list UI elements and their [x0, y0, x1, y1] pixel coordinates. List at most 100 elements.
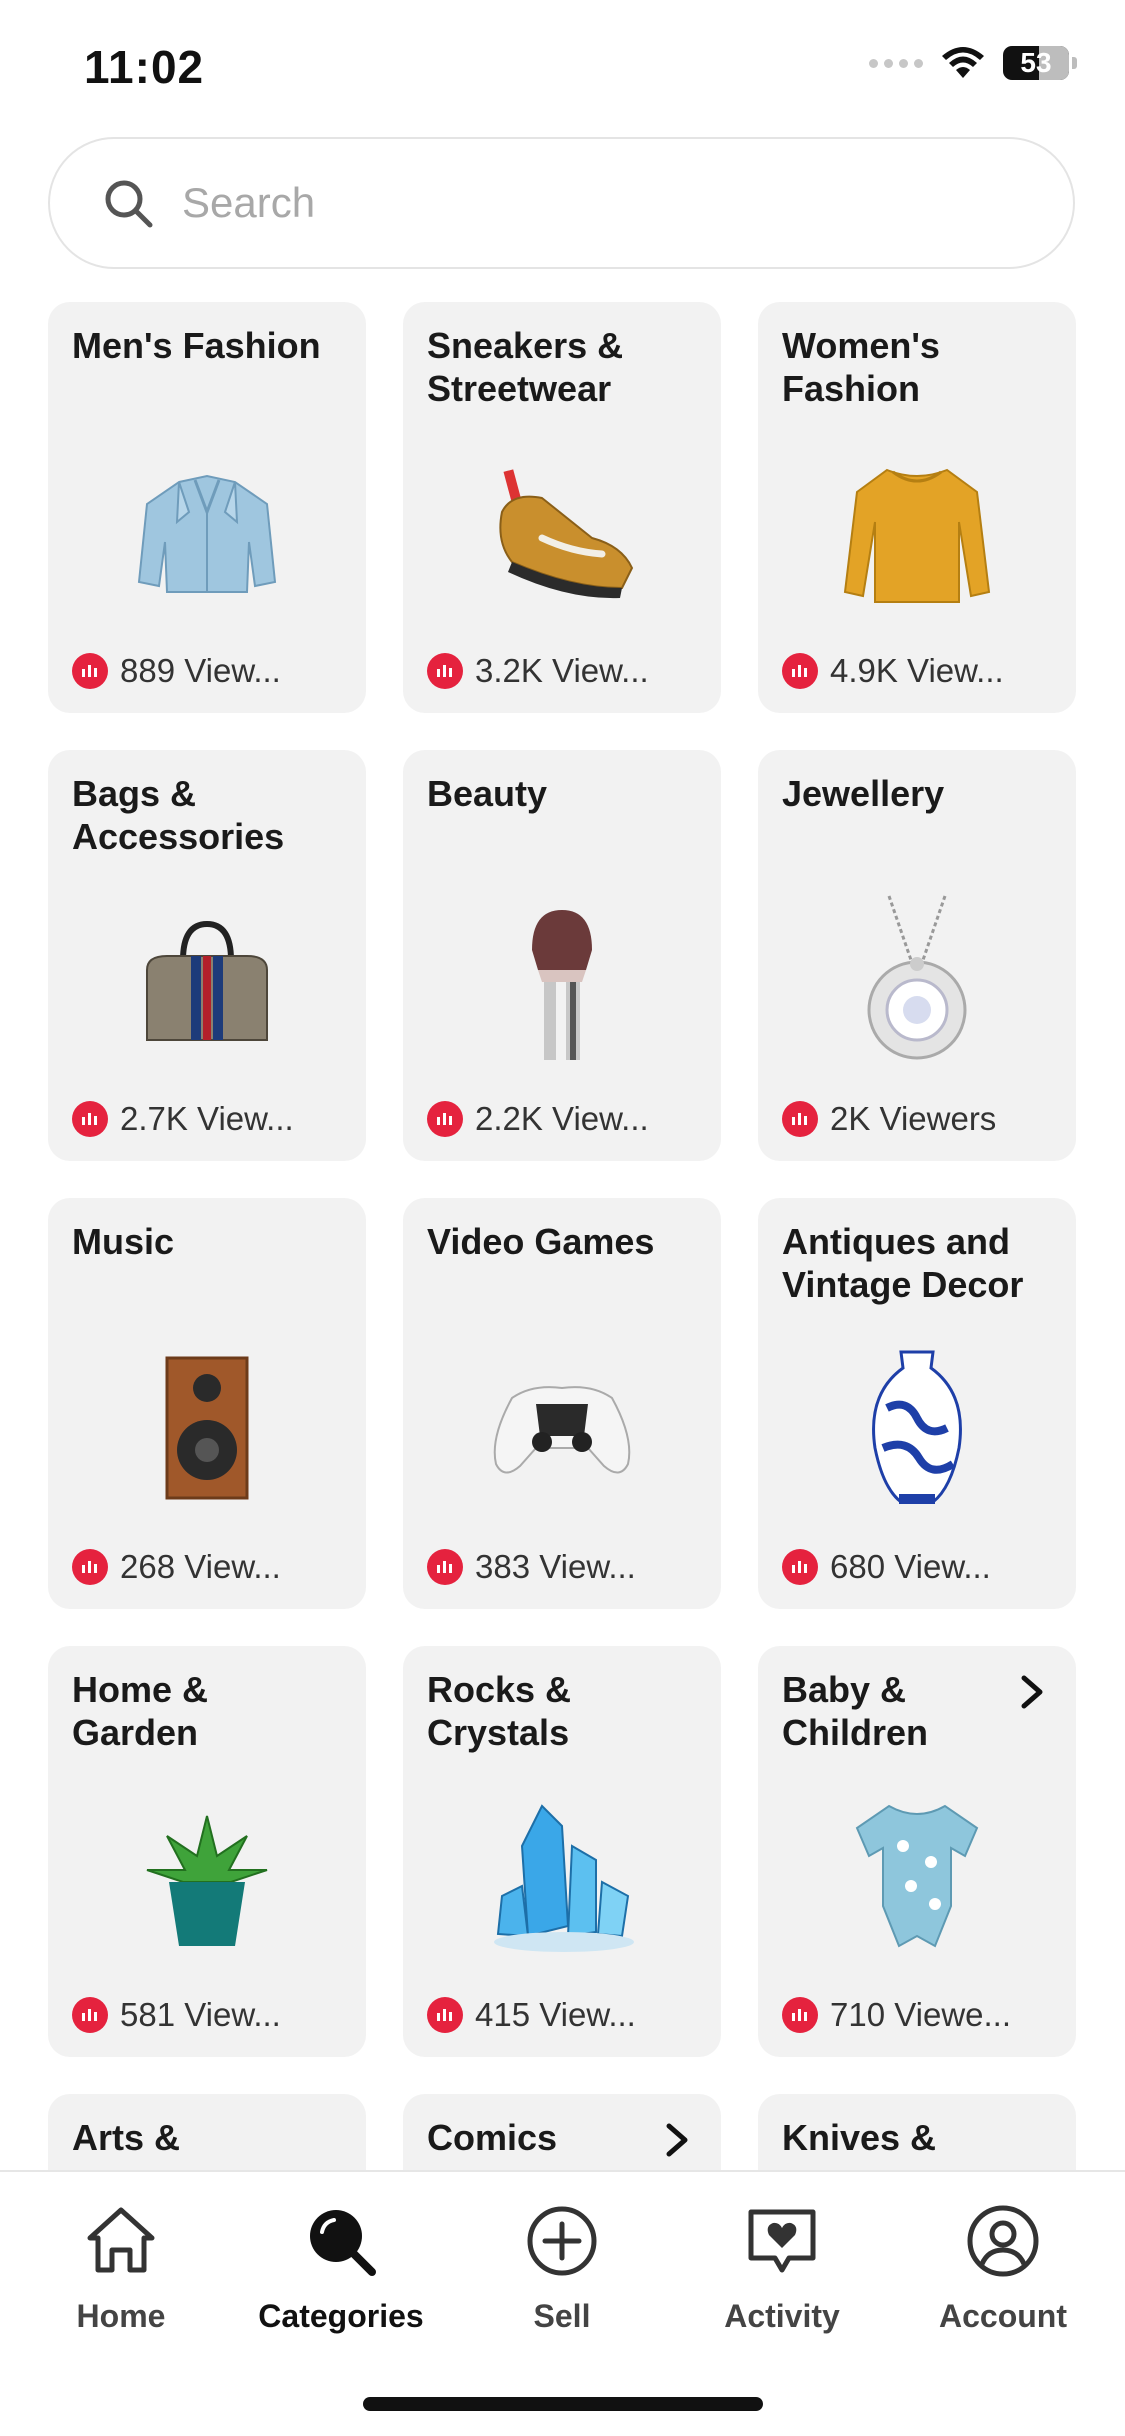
makeup-brush-image — [532, 910, 592, 1060]
category-card-antiques-vintage-decor[interactable]: Antiques and Vintage Decor 680 View... — [758, 1198, 1076, 1609]
live-viewers-icon — [427, 1549, 463, 1585]
home-icon — [87, 2207, 155, 2273]
category-card-video-games[interactable]: Video Games 383 View... — [403, 1198, 721, 1609]
tab-home[interactable]: Home — [21, 2202, 221, 2335]
status-bar: 11:02 53 — [0, 0, 1125, 130]
tab-sell[interactable]: Sell — [462, 2202, 662, 2335]
category-title: Jewellery — [782, 773, 945, 814]
viewers-count: 2.7K View... — [72, 1100, 294, 1138]
viewers-count: 2K Viewers — [782, 1100, 996, 1138]
live-viewers-icon — [72, 1101, 108, 1137]
category-title: Beauty — [427, 773, 548, 814]
speaker-image — [165, 1356, 249, 1500]
sneaker-image — [499, 469, 634, 599]
category-grid: Men's Fashion 889 View... Sneakers & Str… — [48, 302, 1077, 2170]
viewers-text: 889 View... — [120, 652, 281, 689]
category-title: Video Games — [427, 1221, 655, 1262]
category-card-beauty[interactable]: Beauty 2.2K View... — [403, 750, 721, 1161]
heart-message-icon — [748, 2209, 816, 2273]
viewers-text: 2.2K View... — [475, 1100, 649, 1137]
category-title: Women's Fashion — [782, 325, 940, 409]
category-card-jewellery[interactable]: Jewellery 2K Viewers — [758, 750, 1076, 1161]
category-card-mens-fashion[interactable]: Men's Fashion 889 View... — [48, 302, 366, 713]
category-title: Antiques and Vintage Decor — [782, 1221, 1024, 1305]
category-title: Baby & Children — [782, 1669, 929, 1753]
viewers-text: 268 View... — [120, 1548, 281, 1585]
category-grid-viewport[interactable]: Men's Fashion 889 View... Sneakers & Str… — [0, 300, 1125, 2170]
potted-succulent-image — [146, 1815, 268, 1946]
category-card-arts[interactable]: Arts & — [48, 2094, 366, 2170]
plus-circle-icon — [527, 2206, 597, 2276]
categories-search-icon — [310, 2210, 376, 2276]
viewers-count: 2.2K View... — [427, 1100, 649, 1138]
blue-crystal-image — [494, 1804, 634, 1952]
viewers-text: 680 View... — [830, 1548, 991, 1585]
viewers-count: 383 View... — [427, 1548, 636, 1586]
game-controller-image — [493, 1386, 631, 1474]
pendant-necklace-image — [867, 895, 967, 1060]
live-viewers-icon — [427, 1101, 463, 1137]
category-title: Home & Garden — [72, 1669, 209, 1753]
search-bar[interactable] — [48, 137, 1075, 269]
porcelain-vase-image — [872, 1350, 962, 1504]
live-viewers-icon — [782, 1549, 818, 1585]
category-title: Men's Fashion — [72, 325, 321, 366]
tab-categories[interactable]: Categories — [241, 2202, 441, 2335]
live-viewers-icon — [72, 1549, 108, 1585]
category-title: Music — [72, 1221, 175, 1262]
account-icon — [967, 2205, 1039, 2277]
tab-label: Categories — [258, 2298, 424, 2334]
category-title: Sneakers & Streetwear — [427, 325, 624, 409]
category-card-comics[interactable]: Comics — [403, 2094, 721, 2170]
viewers-count: 889 View... — [72, 652, 281, 690]
battery-level: 53 — [1020, 47, 1052, 78]
viewers-text: 415 View... — [475, 1996, 636, 2033]
category-card-knives[interactable]: Knives & — [758, 2094, 1076, 2170]
tab-activity[interactable]: Activity — [682, 2202, 882, 2335]
home-indicator — [363, 2397, 763, 2411]
viewers-text: 2.7K View... — [120, 1100, 294, 1137]
category-card-womens-fashion[interactable]: Women's Fashion 4.9K View... — [758, 302, 1076, 713]
category-card-home-garden[interactable]: Home & Garden 581 View... — [48, 1646, 366, 2057]
tab-account[interactable]: Account — [903, 2202, 1103, 2335]
viewers-count: 581 View... — [72, 1996, 281, 2034]
viewers-text: 4.9K View... — [830, 652, 1004, 689]
category-card-sneakers-streetwear[interactable]: Sneakers & Streetwear 3.2K View... — [403, 302, 721, 713]
category-card-bags-accessories[interactable]: Bags & Accessories 2.7K View... — [48, 750, 366, 1161]
tab-label: Home — [76, 2298, 166, 2334]
viewers-text: 710 Viewe... — [830, 1996, 1012, 2033]
viewers-count: 268 View... — [72, 1548, 281, 1586]
category-title: Comics — [427, 2117, 558, 2158]
viewers-count: 4.9K View... — [782, 652, 1004, 690]
category-title: Knives & — [782, 2117, 937, 2158]
viewers-count: 710 Viewe... — [782, 1996, 1011, 2034]
live-viewers-icon — [782, 1101, 818, 1137]
viewers-count: 680 View... — [782, 1548, 991, 1586]
live-viewers-icon — [72, 653, 108, 689]
chevron-right-icon — [666, 2123, 688, 2157]
search-input[interactable] — [180, 178, 984, 228]
category-card-baby-children[interactable]: Baby & Children 710 Viewe... — [758, 1646, 1076, 2057]
wifi-icon — [942, 47, 984, 78]
category-card-music[interactable]: Music 268 View... — [48, 1198, 366, 1609]
viewers-count: 415 View... — [427, 1996, 636, 2034]
live-viewers-icon — [72, 1997, 108, 2033]
handbag-image — [146, 920, 268, 1041]
live-viewers-icon — [782, 1997, 818, 2033]
tab-label: Account — [939, 2298, 1067, 2334]
chevron-right-icon — [1021, 1675, 1043, 1709]
live-viewers-icon — [782, 653, 818, 689]
tab-label: Activity — [724, 2298, 840, 2334]
live-viewers-icon — [427, 1997, 463, 2033]
battery-icon: 53 — [1003, 46, 1069, 80]
category-title: Rocks & Crystals — [427, 1669, 572, 1753]
status-icons: 53 — [869, 46, 1077, 80]
viewers-count: 3.2K View... — [427, 652, 649, 690]
cellular-signal-icon — [869, 58, 923, 68]
tab-label: Sell — [533, 2298, 591, 2334]
category-title: Arts & — [72, 2117, 181, 2158]
live-viewers-icon — [427, 653, 463, 689]
viewers-text: 383 View... — [475, 1548, 636, 1585]
sweater-image — [843, 468, 991, 603]
category-card-rocks-crystals[interactable]: Rocks & Crystals 415 View... — [403, 1646, 721, 2057]
